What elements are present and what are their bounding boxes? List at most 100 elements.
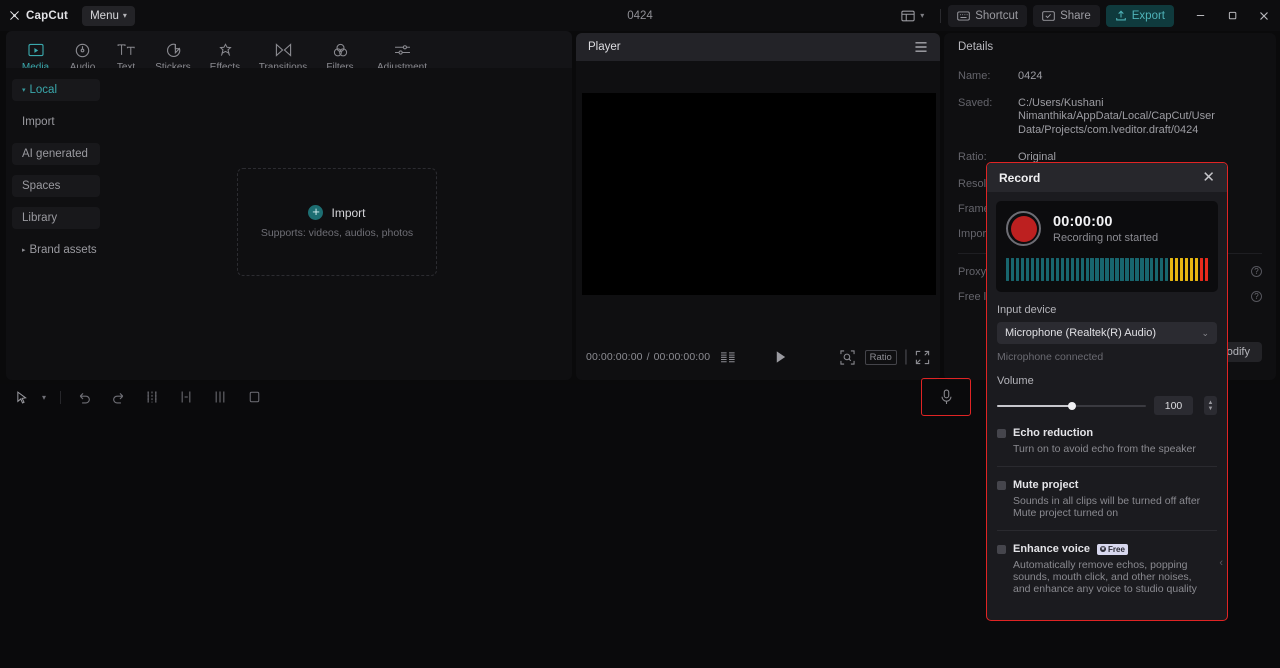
play-button[interactable] <box>774 350 787 364</box>
app-name: CapCut <box>26 9 69 22</box>
record-status-text: 00:00:00 Recording not started <box>1053 214 1158 244</box>
vu-bar <box>1150 258 1154 281</box>
share-button[interactable]: Share <box>1033 4 1100 27</box>
audio-waveform-icon[interactable] <box>720 351 736 364</box>
vu-bar <box>1080 258 1084 281</box>
sidebar-item-ai-generated[interactable]: AI generated <box>12 143 100 165</box>
trim-left-icon[interactable] <box>169 384 203 410</box>
option-title: Echo reduction <box>1013 427 1094 439</box>
vu-bar <box>1204 258 1209 281</box>
plus-icon: + <box>308 205 324 220</box>
close-button[interactable] <box>1248 0 1280 31</box>
delete-icon[interactable] <box>237 384 271 410</box>
input-device-select[interactable]: Microphone (Realtek(R) Audio) ⌄ <box>997 322 1217 344</box>
media-sidebar: ▾ Local Import AI generated Spaces Libra… <box>6 68 106 380</box>
stepper-down-icon: ▼ <box>1207 405 1214 412</box>
mute-project-checkbox[interactable] <box>997 480 1006 490</box>
redo-icon[interactable] <box>101 384 135 410</box>
divider <box>997 466 1217 467</box>
export-button[interactable]: Export <box>1105 4 1174 27</box>
option-title: Mute project <box>1013 479 1079 491</box>
vu-bar <box>1105 258 1109 281</box>
vu-bar <box>1030 258 1035 281</box>
select-tool-dropdown-icon[interactable]: ▾ <box>34 384 54 410</box>
vu-bar <box>1169 258 1174 281</box>
vu-bar <box>1010 258 1015 281</box>
media-content-area: + Import Supports: videos, audios, photo… <box>106 68 572 380</box>
effects-icon <box>218 42 233 59</box>
window-controls <box>1184 0 1280 31</box>
slider-knob[interactable] <box>1067 402 1076 410</box>
detail-value: 0424 <box>1018 70 1043 82</box>
info-icon[interactable]: ? <box>1251 266 1262 277</box>
sidebar-item-brand-assets[interactable]: ▸ Brand assets <box>12 239 100 261</box>
share-label: Share <box>1060 9 1091 22</box>
export-icon <box>1115 10 1127 22</box>
ratio-button[interactable]: Ratio <box>864 349 897 365</box>
split-icon[interactable] <box>135 384 169 410</box>
record-audio-button[interactable] <box>921 378 971 416</box>
minimize-button[interactable] <box>1184 0 1216 31</box>
vu-bar <box>1160 258 1164 281</box>
fullscreen-icon[interactable] <box>915 350 930 365</box>
vu-bar <box>1165 258 1169 281</box>
sidebar-item-label: Brand assets <box>29 244 97 256</box>
vu-bar <box>1060 258 1065 281</box>
title-bar: CapCut Menu ▾ 0424 ▾ Shortcut Share Expo… <box>0 0 1280 31</box>
export-label: Export <box>1131 9 1165 22</box>
echo-reduction-checkbox[interactable] <box>997 428 1006 438</box>
titlebar-actions: ▾ Shortcut Share Export <box>892 0 1280 31</box>
import-dropzone[interactable]: + Import Supports: videos, audios, photo… <box>237 168 437 276</box>
record-status-row: 00:00:00 Recording not started <box>1006 211 1208 246</box>
vu-bar <box>1184 258 1189 281</box>
chevron-down-icon: ▾ <box>22 87 26 94</box>
capcut-app-window: CapCut Menu ▾ 0424 ▾ Shortcut Share Expo… <box>0 0 1280 668</box>
import-supports-text: Supports: videos, audios, photos <box>260 227 414 239</box>
volume-value-input[interactable]: 100 <box>1154 396 1193 415</box>
option-header: Mute project <box>997 479 1217 491</box>
sidebar-item-local[interactable]: ▾ Local <box>12 79 100 101</box>
option-description: Automatically remove echos, popping soun… <box>1013 559 1197 595</box>
volume-slider[interactable] <box>997 399 1146 412</box>
volume-stepper[interactable]: ▲ ▼ <box>1204 396 1217 415</box>
collapse-chevron-icon[interactable]: ‹ <box>1219 557 1223 569</box>
record-status-label: Recording not started <box>1053 231 1159 244</box>
input-device-section: Input device Microphone (Realtek(R) Audi… <box>987 304 1227 415</box>
sidebar-item-import[interactable]: Import <box>12 111 100 133</box>
sidebar-item-spaces[interactable]: Spaces <box>12 175 100 197</box>
record-start-button[interactable] <box>1006 211 1041 246</box>
vu-bar <box>1015 258 1020 281</box>
vu-bar <box>1006 258 1010 281</box>
layout-button[interactable]: ▾ <box>892 4 933 28</box>
sidebar-item-library[interactable]: Library <box>12 207 100 229</box>
divider <box>997 530 1217 531</box>
vu-bar <box>1135 258 1139 281</box>
layout-icon <box>901 10 915 22</box>
vu-bar <box>1050 258 1055 281</box>
total-timecode: 00:00:00:00 <box>653 351 711 363</box>
option-description: Sounds in all clips will be turned off a… <box>1013 495 1201 519</box>
video-preview-stage[interactable] <box>582 93 936 295</box>
close-icon[interactable]: ✕ <box>1198 168 1219 187</box>
badge-label: Free <box>1108 544 1125 554</box>
vu-bar <box>1189 258 1194 281</box>
vu-bar <box>1055 258 1060 281</box>
zoom-fit-icon[interactable] <box>840 349 855 365</box>
menu-button[interactable]: Menu ▾ <box>82 5 135 26</box>
maximize-button[interactable] <box>1216 0 1248 31</box>
adjustment-icon <box>394 42 411 59</box>
trim-right-icon[interactable] <box>203 384 237 410</box>
vu-bar <box>1040 258 1045 281</box>
select-tool-icon[interactable] <box>10 384 34 410</box>
vu-bar <box>1100 258 1104 281</box>
option-title: Enhance voice <box>1013 543 1091 555</box>
detail-value: C:/Users/Kushani Nimanthika/AppData/Loca… <box>1018 96 1215 136</box>
info-icon[interactable]: ? <box>1251 291 1262 302</box>
vu-bar <box>1090 258 1094 281</box>
undo-icon[interactable] <box>67 384 101 410</box>
enhance-voice-checkbox[interactable] <box>997 544 1006 554</box>
app-logo: CapCut <box>8 9 68 22</box>
details-title: Details <box>958 41 994 53</box>
shortcut-button[interactable]: Shortcut <box>948 4 1028 27</box>
player-menu-icon[interactable] <box>914 41 928 53</box>
